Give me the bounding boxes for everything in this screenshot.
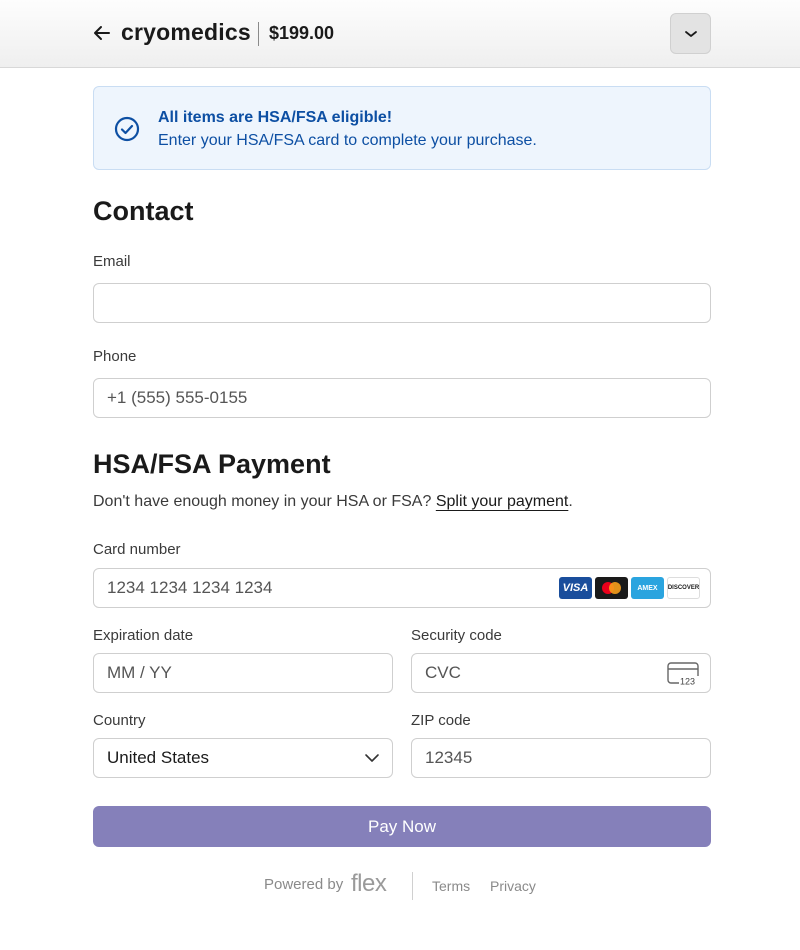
arrow-left-icon[interactable] (93, 22, 113, 44)
flex-logo: flex (351, 870, 387, 897)
chevron-down-icon (365, 754, 379, 762)
order-summary-toggle[interactable] (670, 13, 711, 54)
split-payment-link[interactable]: Split your payment (436, 493, 569, 510)
header-bar: cryomedics $199.00 (0, 0, 800, 68)
order-total: $199.00 (269, 23, 335, 43)
check-circle-icon (114, 116, 140, 142)
security-code-label: Security code (411, 627, 502, 644)
split-note-text: Don't have enough money in your HSA or F… (93, 493, 432, 510)
security-code-field[interactable]: CVC 123 (411, 653, 711, 693)
email-label: Email (93, 253, 131, 270)
expiration-field[interactable]: MM / YY (93, 653, 393, 693)
mastercard-icon (595, 577, 628, 599)
card-brands: VISA AMEX DISCOVER (559, 577, 700, 599)
card-number-field[interactable]: 1234 1234 1234 1234 VISA AMEX DISCOVER (93, 568, 711, 608)
brand-name: cryomedics (121, 19, 251, 45)
cvc-card-icon: 123 (667, 662, 701, 686)
hsa-eligible-banner: All items are HSA/FSA eligible! Enter yo… (93, 86, 711, 170)
amex-icon: AMEX (631, 577, 664, 599)
cvc-placeholder: CVC (425, 663, 461, 682)
card-number-placeholder: 1234 1234 1234 1234 (107, 578, 273, 597)
visa-icon: VISA (559, 577, 592, 599)
banner-title: All items are HSA/FSA eligible! (158, 109, 393, 126)
zip-field[interactable]: 12345 (411, 738, 711, 778)
banner-text: Enter your HSA/FSA card to complete your… (158, 132, 537, 149)
phone-field[interactable]: +1 (555) 555-0155 (93, 378, 711, 418)
header-divider (258, 22, 259, 46)
country-label: Country (93, 712, 146, 729)
country-select[interactable]: United States (93, 738, 393, 778)
cvc-icon-text: 123 (680, 677, 695, 687)
expiration-placeholder: MM / YY (107, 663, 172, 682)
phone-placeholder: +1 (555) 555-0155 (107, 388, 248, 407)
pay-now-button[interactable]: Pay Now (93, 806, 711, 847)
email-field[interactable] (93, 283, 711, 323)
contact-heading: Contact (93, 196, 194, 226)
expiration-label: Expiration date (93, 627, 194, 644)
card-number-label: Card number (93, 541, 181, 558)
terms-link[interactable]: Terms (432, 878, 470, 894)
country-value: United States (107, 748, 210, 767)
footer-divider (412, 872, 413, 900)
split-payment-note: Don't have enough money in your HSA or F… (93, 493, 573, 511)
chevron-down-icon (684, 30, 697, 37)
discover-icon: DISCOVER (667, 577, 700, 599)
phone-label: Phone (93, 348, 137, 365)
note-period: . (568, 493, 573, 510)
zip-label: ZIP code (411, 712, 471, 729)
privacy-link[interactable]: Privacy (490, 878, 536, 894)
zip-placeholder: 12345 (425, 748, 473, 767)
payment-heading: HSA/FSA Payment (93, 449, 331, 479)
powered-by-text: Powered by (264, 876, 344, 893)
